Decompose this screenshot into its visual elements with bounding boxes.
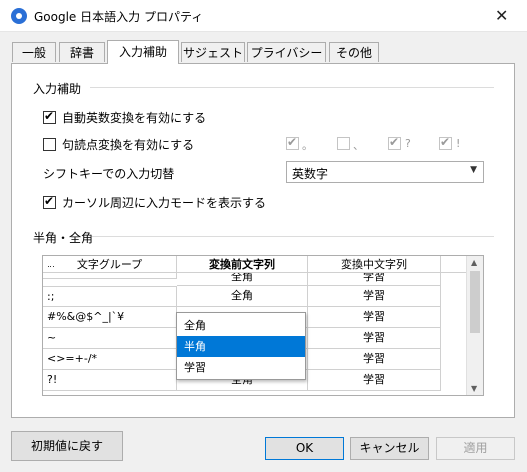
section-title-half-full: 半角・全角 [33,231,94,245]
app-icon [11,8,27,24]
scroll-thumb[interactable] [470,271,480,333]
col-header-filler [441,256,467,273]
tab-general[interactable]: 一般 [12,42,56,62]
dropdown-option-learn[interactable]: 学習 [177,357,305,378]
tab-other[interactable]: その他 [329,42,379,62]
table-row-group[interactable]: "' [43,266,177,279]
tab-privacy[interactable]: プライバシー [247,42,326,62]
punct-exclaim-checkbox [439,135,452,150]
scroll-up-icon[interactable]: ▲ [471,258,477,267]
tab-input-assist[interactable]: 入力補助 [107,40,179,64]
punct-question-checkbox [388,135,401,150]
col-header-during[interactable]: 変換中文字列 [308,256,441,273]
cancel-button[interactable]: キャンセル [350,437,429,460]
close-icon[interactable]: ✕ [495,6,508,25]
section-divider [92,236,494,237]
punct-maru-label: 。 [302,139,313,152]
before-string-dropdown[interactable]: 全角 半角 学習 [176,312,306,380]
punct-ten-checkbox [337,137,350,150]
dropdown-option-fullwidth[interactable]: 全角 [177,315,305,336]
table-row-group[interactable]: :; [43,286,177,307]
section-divider [90,87,494,88]
table-row-before[interactable]: 全角 [177,286,308,307]
cursor-mode-checkbox[interactable] [43,194,56,209]
shift-toggle-label: シフトキーでの入力切替 [43,167,175,181]
cursor-mode-label[interactable]: カーソル周辺に入力モードを表示する [62,194,266,211]
table-row-during[interactable]: 学習 [308,328,441,349]
punct-ten-label: 、 [353,139,364,152]
table-row-during[interactable]: 学習 [308,286,441,307]
punct-exclaim-label: ! [456,137,461,150]
window-title: Google 日本語入力 プロパティ [34,10,204,24]
tab-suggest[interactable]: サジェスト [181,42,245,62]
punct-maru-checkbox [286,135,299,150]
col-header-before[interactable]: 変換前文字列 [177,256,308,273]
table-row-during[interactable]: 学習 [308,370,441,391]
punct-convert-label[interactable]: 句読点変換を有効にする [62,136,194,153]
tab-dictionary[interactable]: 辞書 [59,42,105,62]
table-row-during[interactable]: 学習 [308,273,441,286]
table-row-group[interactable]: ?! [43,370,177,391]
section-title-input-assist: 入力補助 [33,82,82,96]
table-row-group[interactable]: <>=+-/* [43,349,177,370]
table-row-group[interactable]: ~ [43,328,177,349]
auto-alnum-label[interactable]: 自動英数変換を有効にする [62,109,206,126]
table-row-group[interactable]: #%&@$^_|`¥ [43,307,177,328]
scroll-down-icon[interactable]: ▼ [471,384,477,393]
shift-toggle-value: 英数字 [292,167,329,181]
apply-button[interactable]: 適用 [436,437,515,460]
auto-alnum-checkbox[interactable] [43,109,56,124]
table-row-during[interactable]: 学習 [308,349,441,370]
table-scrollbar[interactable]: ▲ ▼ [466,256,483,395]
punct-convert-checkbox[interactable] [43,138,56,151]
table-row-during[interactable]: 学習 [308,307,441,328]
dropdown-option-halfwidth[interactable]: 半角 [177,336,305,357]
chevron-down-icon: ▼ [470,165,477,175]
table-row-before[interactable]: 全角 [177,273,308,286]
punct-question-label: ? [405,137,411,150]
reset-defaults-button[interactable]: 初期値に戻す [11,431,123,461]
shift-toggle-select[interactable]: 英数字 ▼ [286,161,484,183]
ok-button[interactable]: OK [265,437,344,460]
